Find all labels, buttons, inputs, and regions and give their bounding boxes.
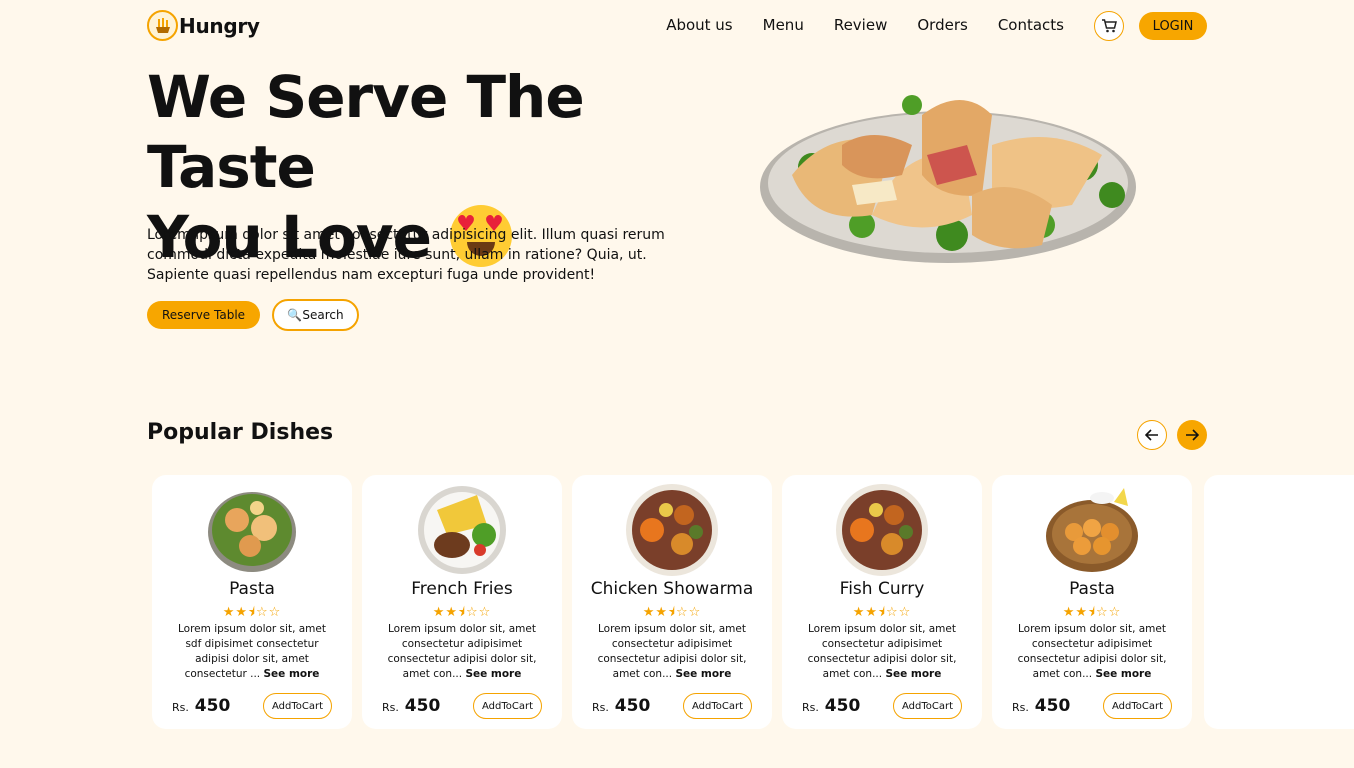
brand-name: Hungry [179, 13, 260, 38]
arrow-left-icon [1145, 429, 1158, 441]
navbar: Hungry About us Menu Review Orders Conta… [147, 10, 1207, 42]
cart-icon [1102, 19, 1117, 33]
carousel-prev-button[interactable] [1137, 420, 1167, 450]
steak-fries-image [418, 486, 506, 574]
star-icon: ★★ [852, 605, 879, 620]
dish-description: Lorem ipsum dolor sit, amet sdf dipisime… [178, 623, 326, 680]
see-more-link[interactable]: See more [465, 668, 521, 680]
half-star-icon: ⯨ [248, 605, 256, 620]
platter-dish-image [626, 484, 718, 576]
dish-card: French Fries ★★⯨☆☆ Lorem ipsum dolor sit… [362, 475, 562, 729]
add-to-cart-button[interactable]: AddToCart [473, 693, 542, 719]
nav-link-menu[interactable]: Menu [763, 16, 804, 34]
dish-price: Rs. 450 [592, 696, 651, 716]
dish-description: Lorem ipsum dolor sit, amet consectetur … [597, 623, 747, 680]
login-button[interactable]: LOGIN [1139, 12, 1207, 40]
dish-name: Pasta [229, 579, 275, 599]
dish-price: Rs. 450 [1012, 696, 1071, 716]
see-more-link[interactable]: See more [264, 668, 320, 680]
carousel-next-button[interactable] [1177, 420, 1207, 450]
nav-link-orders[interactable]: Orders [917, 16, 967, 34]
dish-description: Lorem ipsum dolor sit, amet consectetur … [807, 623, 957, 680]
star-icon: ★★ [432, 605, 459, 620]
reserve-table-button[interactable]: Reserve Table [147, 301, 260, 329]
brand-logo[interactable]: Hungry [147, 10, 260, 41]
dish-name: Pasta [1069, 579, 1115, 599]
arrow-right-icon [1186, 429, 1199, 441]
dish-card-partial [1204, 475, 1354, 729]
dish-name: Chicken Showarma [590, 579, 754, 599]
nav-link-review[interactable]: Review [834, 16, 888, 34]
dish-card: Chicken Showarma ★★⯨☆☆ Lorem ipsum dolor… [572, 475, 772, 729]
dish-card: Pasta ★★⯨☆☆ Lorem ipsum dolor sit, amet … [992, 475, 1192, 729]
add-to-cart-button[interactable]: AddToCart [263, 693, 332, 719]
half-star-icon: ⯨ [878, 605, 886, 620]
fried-bites-image [1046, 488, 1138, 572]
nav-link-contacts[interactable]: Contacts [998, 16, 1064, 34]
see-more-link[interactable]: See more [1095, 668, 1151, 680]
star-icon: ★★ [1062, 605, 1089, 620]
star-icon: ★★ [222, 605, 249, 620]
platter-dish-image [836, 484, 928, 576]
half-star-icon: ⯨ [668, 605, 676, 620]
hero-description: Lorem ipsum dolor sit amet consectetur a… [147, 227, 665, 283]
nav-menu: About us Menu Review Orders Contacts [666, 16, 1064, 34]
see-more-link[interactable]: See more [675, 668, 731, 680]
empty-star-icon: ☆☆ [1095, 605, 1122, 620]
empty-star-icon: ☆☆ [465, 605, 492, 620]
dish-description: Lorem ipsum dolor sit, amet consectetur … [387, 623, 537, 680]
dish-name: French Fries [411, 579, 513, 599]
star-icon: ★★ [642, 605, 669, 620]
dishes-carousel: Pasta ★★⯨☆☆ Lorem ipsum dolor sit, amet … [152, 475, 1354, 729]
empty-star-icon: ☆☆ [255, 605, 282, 620]
dish-price: Rs. 450 [172, 696, 231, 716]
pasta-dish-image [208, 492, 296, 572]
dish-card: Fish Curry ★★⯨☆☆ Lorem ipsum dolor sit, … [782, 475, 982, 729]
dish-name: Fish Curry [839, 579, 925, 599]
nav-link-about-us[interactable]: About us [666, 16, 732, 34]
hero-title-line1: We Serve The Taste [147, 63, 585, 201]
dish-price: Rs. 450 [382, 696, 441, 716]
sandwich-platter-image [760, 95, 1136, 263]
cart-button[interactable] [1094, 11, 1124, 41]
half-star-icon: ⯨ [458, 605, 466, 620]
dish-description: Lorem ipsum dolor sit, amet consectetur … [1017, 623, 1167, 680]
add-to-cart-button[interactable]: AddToCart [893, 693, 962, 719]
empty-star-icon: ☆☆ [675, 605, 702, 620]
add-to-cart-button[interactable]: AddToCart [683, 693, 752, 719]
dish-price: Rs. 450 [802, 696, 861, 716]
half-star-icon: ⯨ [1088, 605, 1096, 620]
see-more-link[interactable]: See more [885, 668, 941, 680]
empty-star-icon: ☆☆ [885, 605, 912, 620]
search-button[interactable]: 🔍Search [272, 299, 359, 331]
section-title-popular-dishes: Popular Dishes [147, 420, 334, 445]
add-to-cart-button[interactable]: AddToCart [1103, 693, 1172, 719]
dish-card: Pasta ★★⯨☆☆ Lorem ipsum dolor sit, amet … [152, 475, 352, 729]
logo-food-icon [147, 10, 178, 41]
